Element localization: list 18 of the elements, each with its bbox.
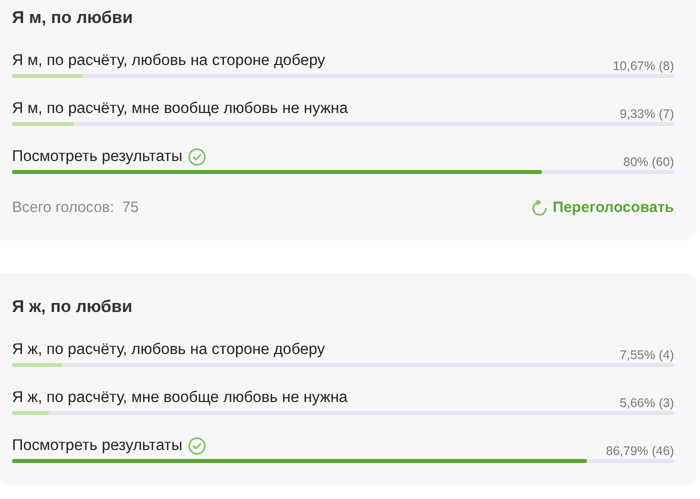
result-percent: 80% (60) [623,155,674,169]
option-label: Я м, по расчёту, мне вообще любовь не нужна [12,99,348,119]
result-percent: 7,55% (4) [620,348,674,362]
total-votes-label: Всего голосов: [12,198,114,218]
revote-button[interactable]: Переголосовать [530,198,674,218]
option-label: Посмотреть результаты [12,436,182,456]
refresh-icon [530,200,548,216]
poll-title: Я м, по любви [12,7,134,29]
result-percent: 9,33% (7) [620,107,674,121]
result-percent: 5,66% (3) [620,396,674,410]
option-label: Я ж, по расчёту, любовь на стороне доберу [12,340,325,360]
poll-title: Я ж, по любви [12,296,134,318]
option-label: Посмотреть результаты [12,147,182,167]
total-votes-count: 75 [122,198,139,218]
result-percent: 10,67% (8) [612,59,674,73]
result-percent: 86,79% (46) [606,444,674,458]
option-label: Я м, по расчёту, любовь на стороне доберу [12,51,326,71]
option-label: Я ж, по расчёту, мне вообще любовь не нужна [12,388,348,408]
